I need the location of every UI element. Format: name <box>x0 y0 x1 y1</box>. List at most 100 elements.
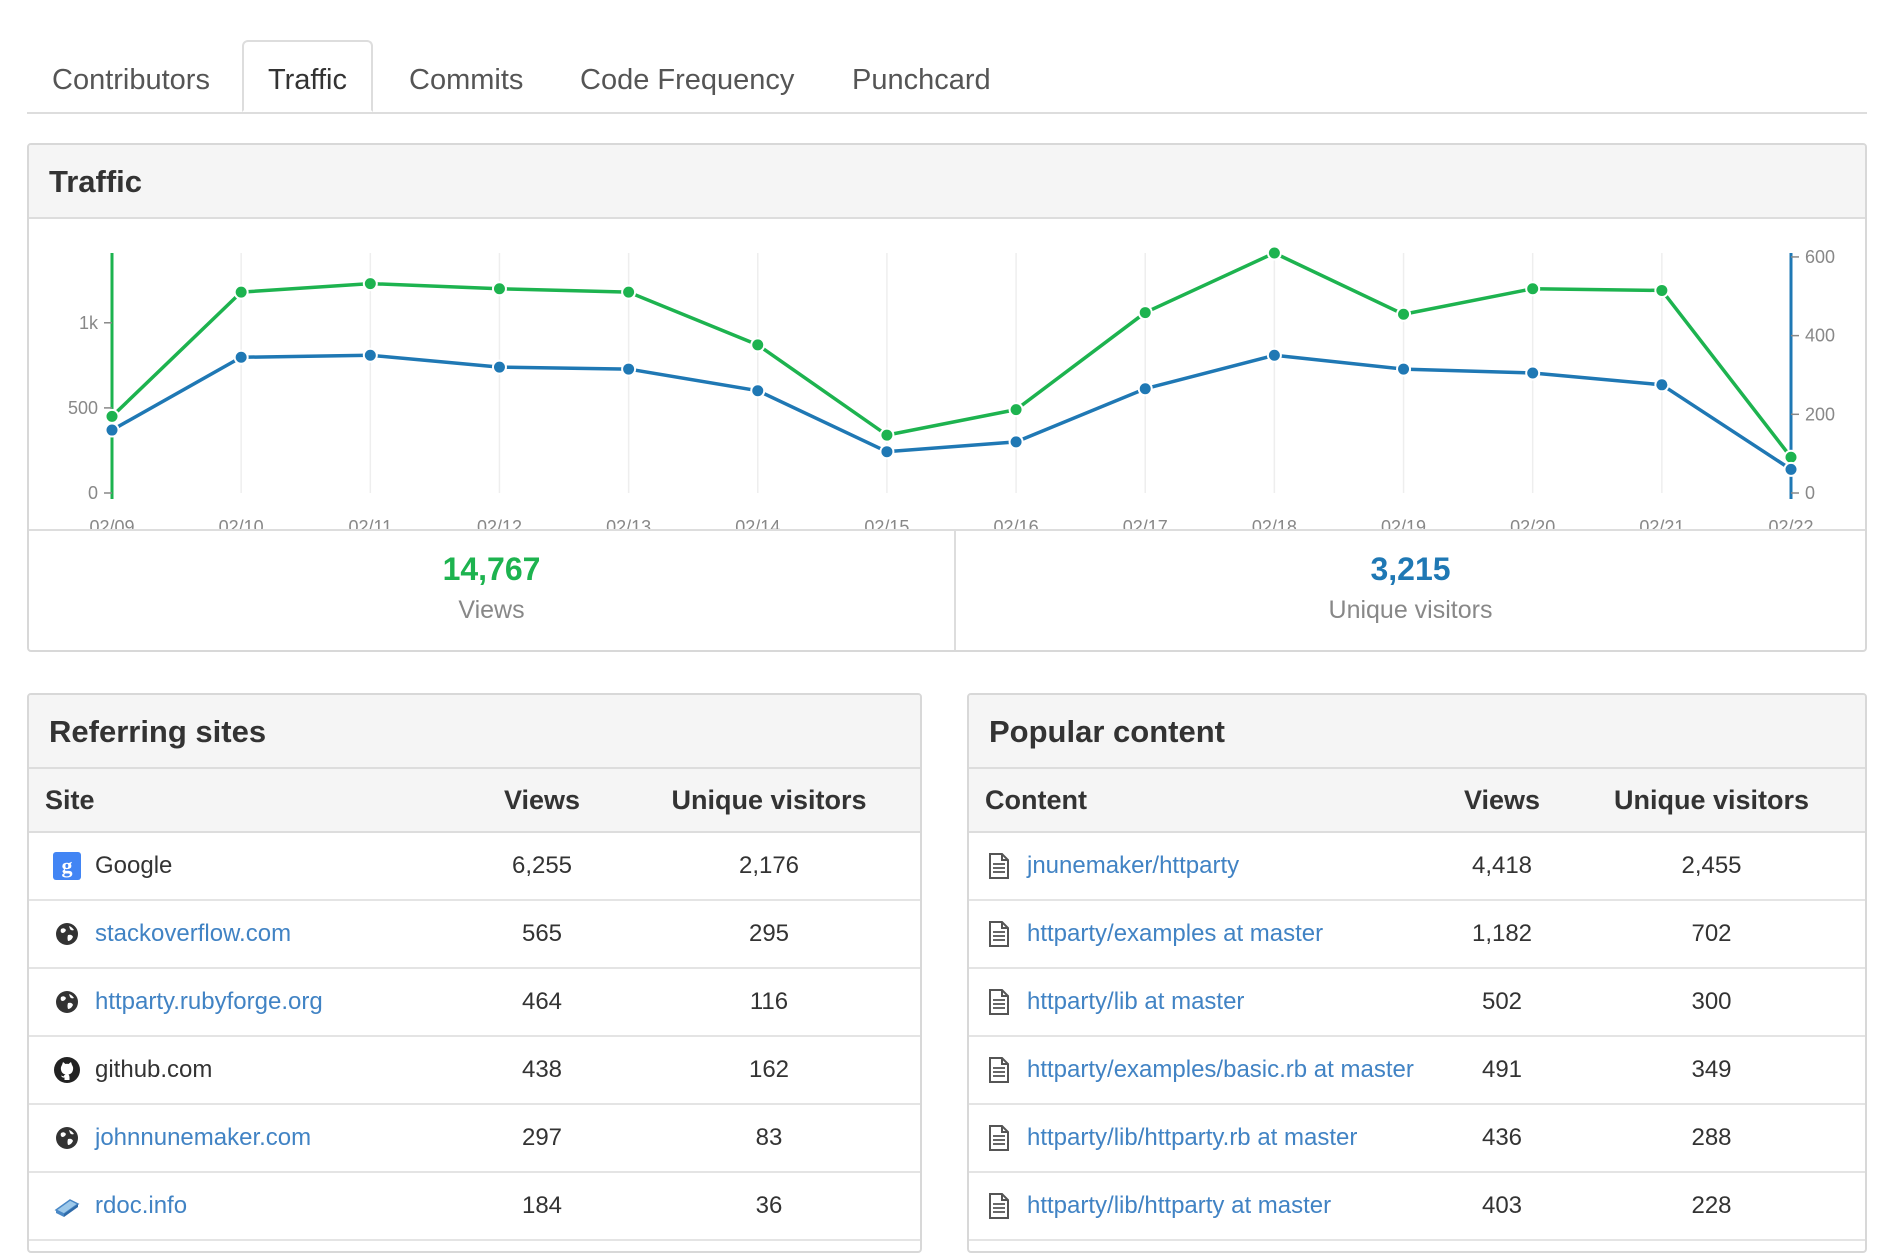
globe-icon <box>53 988 81 1016</box>
data-point[interactable] <box>880 429 893 442</box>
site-name[interactable]: rdoc.info <box>95 1192 187 1220</box>
data-point[interactable] <box>751 384 764 397</box>
content-link[interactable]: httparty/lib at master <box>1027 988 1244 1016</box>
right-tick-label: 400 <box>1805 326 1835 346</box>
table-row: jnunemaker/httparty4,4182,455 <box>969 832 1865 900</box>
data-point[interactable] <box>1397 308 1410 321</box>
views-cell: 436 <box>1446 1104 1558 1172</box>
views-cell: 6,255 <box>466 832 618 900</box>
unique-cell: 288 <box>1558 1104 1865 1172</box>
data-point[interactable] <box>1526 282 1539 295</box>
content-cell: httparty/examples/basic.rb at master <box>969 1036 1446 1104</box>
tab-traffic[interactable]: Traffic <box>242 40 373 112</box>
book-icon <box>53 1192 81 1220</box>
x-tick-label: 02/18 <box>1252 517 1297 529</box>
unique-cell: 36 <box>618 1172 920 1240</box>
right-tick-label: 600 <box>1805 247 1835 267</box>
x-tick-label: 02/22 <box>1768 517 1813 529</box>
site-name[interactable]: johnnunemaker.com <box>95 1124 311 1152</box>
data-point[interactable] <box>106 410 119 423</box>
right-tick-label: 200 <box>1805 404 1835 424</box>
globe-icon <box>53 1124 81 1152</box>
data-point[interactable] <box>1139 306 1152 319</box>
content-link[interactable]: httparty/lib/httparty at master <box>1027 1192 1331 1220</box>
left-tick-label: 500 <box>68 398 98 418</box>
unique-stat: 3,215 Unique visitors <box>956 531 1865 652</box>
table-row: g Google 6,2552,176 <box>29 832 920 900</box>
site-name: Google <box>95 852 172 880</box>
data-point[interactable] <box>622 363 635 376</box>
popular-content-panel: Popular content Content Views Unique vis… <box>967 693 1867 1253</box>
content-link[interactable]: httparty/examples at master <box>1027 920 1323 948</box>
data-point[interactable] <box>1268 247 1281 260</box>
data-point[interactable] <box>880 445 893 458</box>
data-point[interactable] <box>1785 463 1798 476</box>
data-point[interactable] <box>1785 451 1798 464</box>
tab-commits[interactable]: Commits <box>409 40 523 112</box>
data-point[interactable] <box>1139 382 1152 395</box>
data-point[interactable] <box>1010 435 1023 448</box>
data-point[interactable] <box>106 424 119 437</box>
x-tick-label: 02/14 <box>735 517 780 529</box>
content-cell: jnunemaker/httparty <box>969 832 1446 900</box>
data-point[interactable] <box>1010 403 1023 416</box>
content-link[interactable]: jnunemaker/httparty <box>1027 852 1239 880</box>
x-tick-label: 02/19 <box>1381 517 1426 529</box>
tab-punchcard[interactable]: Punchcard <box>852 40 991 112</box>
views-label: Views <box>29 596 954 625</box>
views-header: Views <box>466 769 618 832</box>
site-name[interactable]: httparty.rubyforge.org <box>95 988 323 1016</box>
data-point[interactable] <box>364 277 377 290</box>
popular-content-title: Popular content <box>969 695 1865 769</box>
data-point[interactable] <box>622 286 635 299</box>
data-point[interactable] <box>493 282 506 295</box>
table-row: rdoc.info18436 <box>29 1172 920 1240</box>
data-point[interactable] <box>1268 349 1281 362</box>
unique-cell: 295 <box>618 900 920 968</box>
site-cell: rdoc.info <box>29 1172 466 1240</box>
content-link[interactable]: httparty/examples/basic.rb at master <box>1027 1056 1414 1084</box>
x-tick-label: 02/17 <box>1123 517 1168 529</box>
tab-code-frequency[interactable]: Code Frequency <box>580 40 794 112</box>
site-name[interactable]: stackoverflow.com <box>95 920 291 948</box>
content-link[interactable]: httparty/lib/httparty.rb at master <box>1027 1124 1357 1152</box>
table-row: httparty/examples at master1,182702 <box>969 900 1865 968</box>
data-point[interactable] <box>751 338 764 351</box>
data-point[interactable] <box>1655 378 1668 391</box>
unique-label: Unique visitors <box>956 596 1865 625</box>
data-point[interactable] <box>1397 363 1410 376</box>
x-tick-label: 02/20 <box>1510 517 1555 529</box>
unique-cell: 702 <box>1558 900 1865 968</box>
data-point[interactable] <box>364 349 377 362</box>
github-icon <box>53 1056 81 1084</box>
traffic-chart-svg: 05001k020040060002/0902/1002/1102/1202/1… <box>29 219 1865 529</box>
file-icon <box>985 1124 1013 1152</box>
unique-cell: 300 <box>1558 968 1865 1036</box>
site-cell: stackoverflow.com <box>29 900 466 968</box>
left-tick-label: 0 <box>88 483 98 503</box>
unique-cell: 83 <box>618 1104 920 1172</box>
file-icon <box>985 920 1013 948</box>
referring-sites-table: Site Views Unique visitors gGoogle6,2552… <box>29 769 920 1241</box>
tab-contributors[interactable]: Contributors <box>52 40 210 112</box>
google-icon: g <box>53 852 81 880</box>
globe-icon <box>53 920 81 948</box>
views-cell: 491 <box>1446 1036 1558 1104</box>
data-point[interactable] <box>1526 367 1539 380</box>
table-row: httparty/lib/httparty.rb at master 436288 <box>969 1104 1865 1172</box>
data-point[interactable] <box>493 361 506 374</box>
table-row: httparty/lib at master502300 <box>969 968 1865 1036</box>
svg-text:g: g <box>62 853 73 878</box>
x-tick-label: 02/10 <box>219 517 264 529</box>
unique-cell: 2,176 <box>618 832 920 900</box>
unique-cell: 116 <box>618 968 920 1036</box>
unique-total: 3,215 <box>956 551 1865 588</box>
graph-tabs: Contributors Traffic Commits Code Freque… <box>27 40 1867 114</box>
views-stat: 14,767 Views <box>29 531 954 652</box>
site-header: Site <box>29 769 466 832</box>
data-point[interactable] <box>1655 284 1668 297</box>
popular-content-table: Content Views Unique visitors jnunemaker… <box>969 769 1865 1241</box>
views-header: Views <box>1446 769 1558 832</box>
data-point[interactable] <box>235 351 248 364</box>
data-point[interactable] <box>235 286 248 299</box>
